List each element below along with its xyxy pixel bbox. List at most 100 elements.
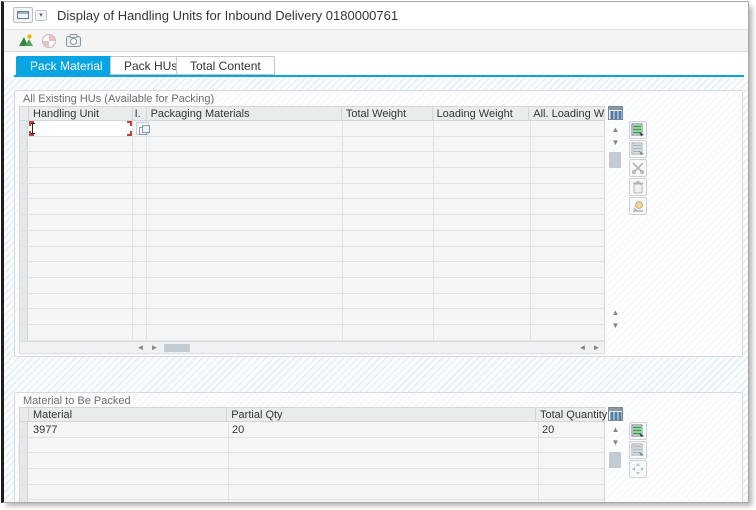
create-hu-button[interactable]: [629, 121, 647, 139]
row-selector[interactable]: [20, 294, 28, 309]
row-selector[interactable]: [20, 152, 28, 167]
material-table-row[interactable]: [20, 438, 604, 454]
row-selector[interactable]: [20, 184, 28, 199]
mat-distribute-button[interactable]: [629, 460, 647, 478]
hu-table-row[interactable]: [20, 262, 604, 278]
hu-table-row[interactable]: [20, 121, 604, 137]
row-selector[interactable]: [20, 309, 28, 324]
hu-scroll-down-bottom-icon[interactable]: ▼: [609, 320, 622, 332]
camera-icon[interactable]: [65, 33, 83, 49]
title-bar: ▾ Display of Handling Units for Inbound …: [4, 2, 748, 29]
mat-col-total-quantity[interactable]: Total Quantity: [536, 408, 604, 421]
hu-table-row[interactable]: [20, 215, 604, 231]
sap-window: ▾ Display of Handling Units for Inbound …: [1, 1, 749, 503]
hu-table-row[interactable]: [20, 325, 604, 341]
row-selector[interactable]: [20, 485, 28, 500]
app-toolbar: [4, 29, 748, 52]
system-menu-glyph: [17, 11, 29, 19]
hu-hscroll-left-icon[interactable]: ◄: [134, 343, 147, 353]
hu-scroll-up-bottom-icon[interactable]: ▲: [609, 307, 622, 319]
hu-table-row[interactable]: [20, 137, 604, 153]
existing-hus-groupbox: All Existing HUs (Available for Packing)…: [14, 90, 743, 357]
row-selector[interactable]: [20, 469, 28, 484]
mat-detail-button[interactable]: [629, 422, 647, 440]
row-selector[interactable]: [20, 168, 28, 183]
material-table-row[interactable]: [20, 469, 604, 485]
hu-table-row[interactable]: [20, 152, 604, 168]
hu-scroll-down-icon[interactable]: ▼: [609, 137, 622, 149]
system-menu-icon[interactable]: [13, 7, 33, 23]
hu-table-settings-icon[interactable]: [608, 106, 623, 120]
row-selector[interactable]: [20, 500, 28, 503]
mat-col-material[interactable]: Material: [29, 408, 227, 421]
hu-col-all-loading-wt[interactable]: All. Loading Wt: [529, 107, 604, 120]
hu-table-row[interactable]: [20, 278, 604, 294]
material-cell[interactable]: 3977: [33, 424, 57, 436]
row-selector[interactable]: [20, 278, 28, 293]
display-hu-button[interactable]: [629, 140, 647, 158]
material-table-row[interactable]: [20, 453, 604, 469]
row-selector[interactable]: [20, 438, 28, 453]
hu-overview-icon[interactable]: [17, 33, 35, 49]
hu-col-loading-weight[interactable]: Loading Weight: [433, 107, 530, 120]
hu-col-indicator[interactable]: I.: [133, 107, 147, 120]
mat-col-partial-qty[interactable]: Partial Qty: [227, 408, 536, 421]
existing-hus-title: All Existing HUs (Available for Packing): [23, 93, 214, 105]
material-table-row[interactable]: 3977 20 20: [20, 422, 604, 438]
total-quantity-cell[interactable]: 20: [542, 424, 554, 436]
hu-col-total-weight[interactable]: Total Weight: [342, 107, 433, 120]
mat-scroll-up-icon[interactable]: ▲: [609, 424, 622, 436]
row-selector[interactable]: [20, 199, 28, 214]
tab-pack-material[interactable]: Pack Material: [16, 56, 117, 75]
hu-table-row[interactable]: [20, 247, 604, 263]
handling-unit-input[interactable]: [29, 121, 132, 136]
hu-table-row[interactable]: [20, 294, 604, 310]
chevron-down-icon[interactable]: ▾: [35, 10, 47, 21]
delete-hu-button[interactable]: [629, 178, 647, 196]
hu-vscrollbar-thumb[interactable]: [609, 152, 621, 168]
row-selector[interactable]: [20, 137, 28, 152]
hu-table-row[interactable]: [20, 168, 604, 184]
mat-scroll-down-icon[interactable]: ▼: [609, 437, 622, 449]
mat-display-button[interactable]: [629, 441, 647, 459]
row-selector[interactable]: [20, 247, 28, 262]
row-selector[interactable]: [20, 422, 28, 437]
mat-row-selector-header[interactable]: [20, 408, 29, 421]
row-selector[interactable]: [20, 262, 28, 277]
hu-hscrollbar-thumb[interactable]: [164, 344, 190, 352]
hu-table-body: [19, 121, 605, 341]
hu-table-row[interactable]: [20, 231, 604, 247]
row-selector[interactable]: [20, 215, 28, 230]
unpack-scissors-button[interactable]: [629, 159, 647, 177]
tab-strip: Pack Material Pack HUs Total Content: [4, 52, 748, 77]
material-table-body: 3977 20 20: [19, 422, 605, 503]
hu-table-row[interactable]: [20, 184, 604, 200]
material-table-row[interactable]: [20, 485, 604, 501]
row-selector[interactable]: [20, 325, 28, 340]
row-selector[interactable]: [20, 453, 28, 468]
material-table-settings-icon[interactable]: [608, 407, 623, 421]
hu-table-row[interactable]: [20, 309, 604, 325]
hu-row-selector-header[interactable]: [20, 107, 29, 120]
row-selector[interactable]: [20, 231, 28, 246]
tab-total-content[interactable]: Total Content: [176, 56, 275, 75]
text-cursor: [32, 123, 33, 134]
hu-table-row[interactable]: [20, 199, 604, 215]
mat-vscrollbar-thumb[interactable]: [609, 452, 621, 468]
hu-hscrollbar[interactable]: ◄ ► ◄ ►: [19, 341, 605, 354]
hu-hscroll-right-icon[interactable]: ►: [148, 343, 161, 353]
quartered-circle-icon[interactable]: [41, 33, 59, 49]
hu-scroll-up-icon[interactable]: ▲: [609, 124, 622, 136]
page-title: Display of Handling Units for Inbound De…: [57, 8, 398, 23]
partial-qty-cell[interactable]: 20: [232, 424, 244, 436]
material-groupbox: Material to Be Packed Material Partial Q…: [14, 392, 743, 503]
packaging-material-select-icon[interactable]: [136, 122, 149, 135]
hu-col-packaging-materials[interactable]: Packaging Materials: [147, 107, 342, 120]
hu-hscroll-right2-icon[interactable]: ►: [590, 343, 603, 353]
empty-hu-button[interactable]: [629, 197, 647, 215]
material-table-row[interactable]: [20, 500, 604, 503]
row-selector[interactable]: [20, 121, 28, 136]
hu-hscroll-left2-icon[interactable]: ◄: [576, 343, 589, 353]
hu-col-handling-unit[interactable]: Handling Unit: [29, 107, 133, 120]
hu-table-header: Handling Unit I. Packaging Materials Tot…: [19, 106, 605, 121]
